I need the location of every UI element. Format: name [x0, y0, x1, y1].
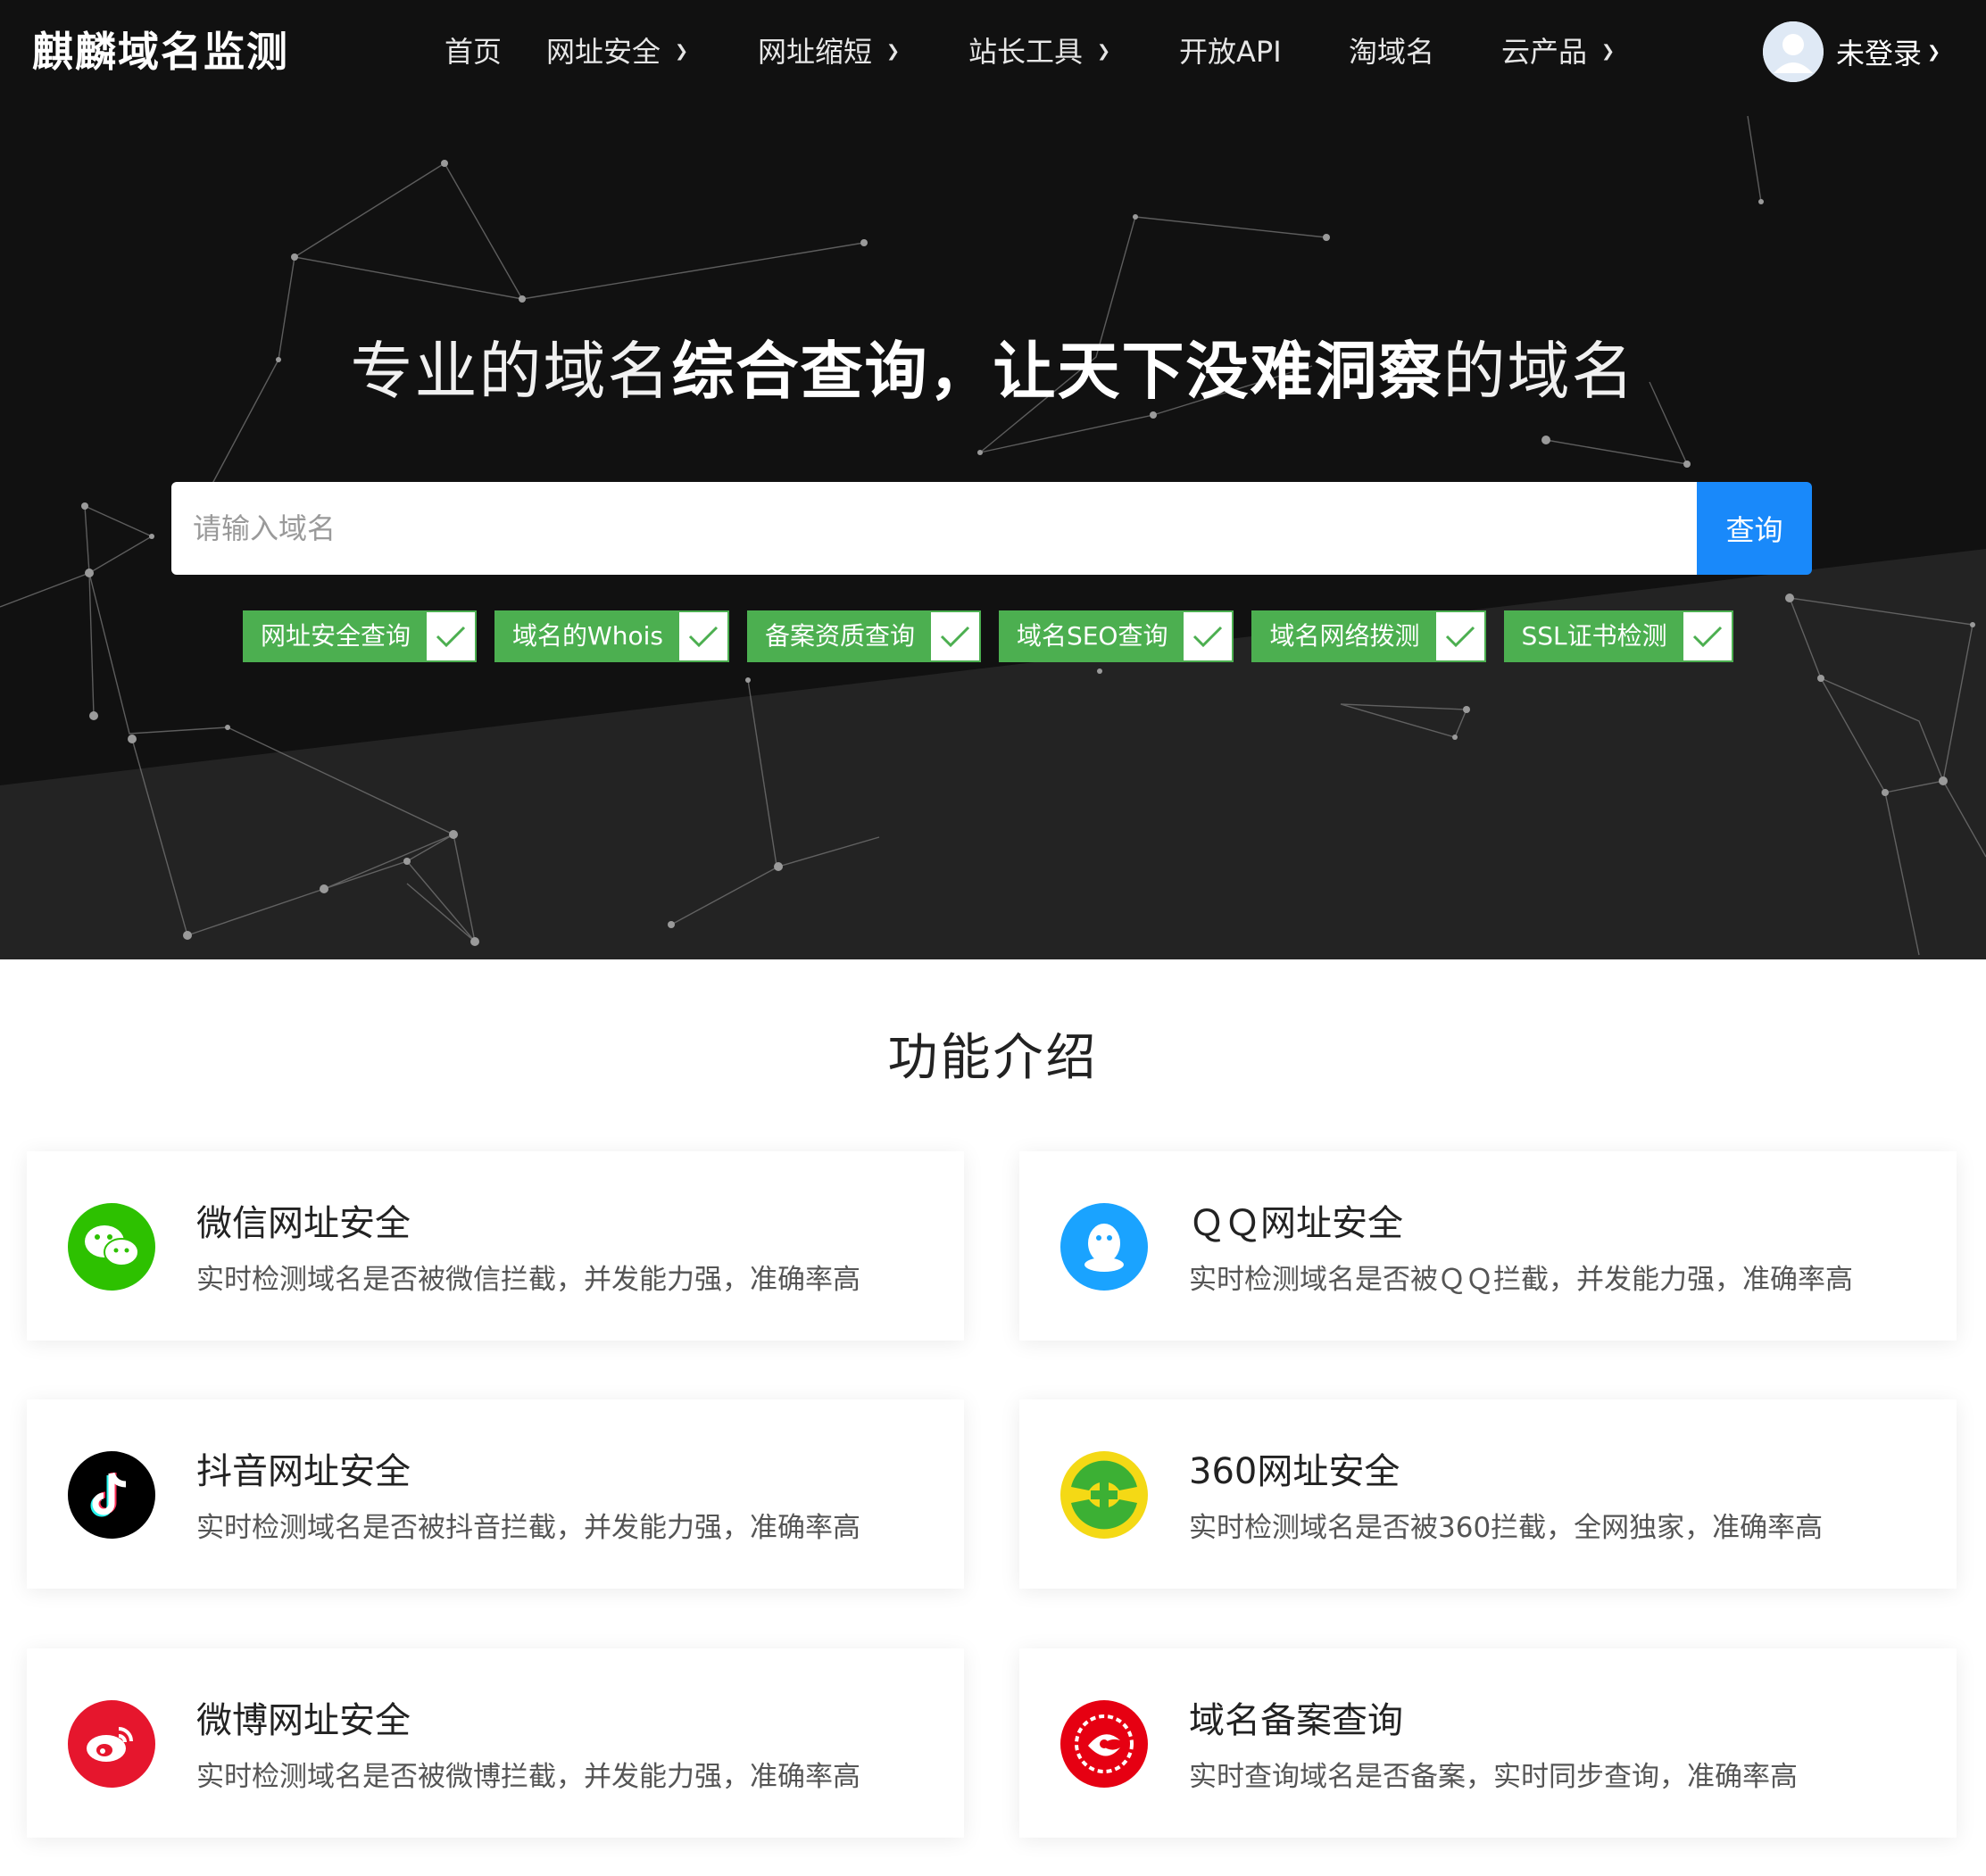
domain-search-input[interactable]	[171, 482, 1697, 575]
network-background	[0, 115, 1986, 959]
chevron-down-icon: ❯	[1601, 42, 1616, 61]
qq-icon	[1060, 1203, 1148, 1291]
wechat-icon	[68, 1203, 155, 1291]
feature-card-icp-record[interactable]: 域名备案查询 实时查询域名是否备案，实时同步查询，准确率高	[1019, 1648, 1957, 1838]
page: 麒麟域名监测 首页 网址安全 ❯ 网址缩短 ❯ 站长工具 ❯ 开放API 淘域名…	[0, 0, 1986, 1876]
feature-description: 实时检测域名是否被微信拦截，并发能力强，准确率高	[196, 1264, 860, 1296]
feature-description: 实时检测域名是否被360拦截，全网独家，准确率高	[1189, 1512, 1824, 1544]
user-menu[interactable]: 未登录 ❯	[1763, 20, 1940, 84]
feature-title: 域名备案查询	[1189, 1700, 1403, 1741]
nav-item-label: 淘域名	[1349, 35, 1435, 69]
checkmark-icon	[1184, 612, 1232, 660]
query-type-options: 网址安全查询 域名的Whois 备案资质查询 域名SEO查询 域名网络拨测 SS…	[243, 610, 1751, 662]
nav-item-label: 首页	[445, 35, 503, 69]
checkmark-icon	[1436, 612, 1484, 660]
search-button[interactable]: 查询	[1697, 482, 1812, 575]
nav-item-cloud-products[interactable]: 云产品 ❯	[1501, 25, 1626, 79]
feature-title: 微博网址安全	[196, 1700, 411, 1741]
slogan-part-2: 综合查询，让天下没难洞察	[671, 335, 1443, 408]
feature-description: 实时检测域名是否被抖音拦截，并发能力强，准确率高	[196, 1512, 860, 1544]
checkmark-icon	[931, 612, 979, 660]
360-icon	[1060, 1451, 1148, 1539]
option-label: SSL证书检测	[1505, 612, 1683, 660]
slogan-part-1: 专业的域名	[350, 335, 672, 408]
feature-title: 微信网址安全	[196, 1203, 411, 1244]
option-label: 网址安全查询	[245, 612, 428, 660]
feature-description: 实时检测域名是否被微博拦截，并发能力强，准确率高	[196, 1761, 860, 1793]
nav-item-url-security[interactable]: 网址安全 ❯	[546, 25, 758, 79]
option-label: 域名SEO查询	[1000, 612, 1184, 660]
chevron-down-icon: ❯	[1927, 42, 1941, 62]
feature-description: 实时查询域名是否备案，实时同步查询，准确率高	[1189, 1761, 1798, 1793]
top-navbar: 麒麟域名监测 首页 网址安全 ❯ 网址缩短 ❯ 站长工具 ❯ 开放API 淘域名…	[0, 0, 1986, 105]
slogan-part-3: 的域名	[1442, 335, 1636, 408]
nav-item-home[interactable]: 首页	[445, 25, 546, 79]
nav-item-label: 开放API	[1179, 35, 1282, 69]
site-logo[interactable]: 麒麟域名监测	[32, 23, 289, 80]
feature-title: 抖音网址安全	[196, 1451, 411, 1492]
checkmark-icon	[679, 612, 727, 660]
feature-title: 360网址安全	[1189, 1451, 1400, 1492]
weibo-icon	[68, 1700, 155, 1788]
feature-description: 实时检测域名是否被ＱＱ拦截，并发能力强，准确率高	[1189, 1264, 1853, 1296]
feature-card-douyin[interactable]: 抖音网址安全 实时检测域名是否被抖音拦截，并发能力强，准确率高	[27, 1399, 964, 1589]
douyin-icon	[68, 1451, 155, 1539]
user-login-status: 未登录	[1836, 37, 1923, 71]
checkmark-icon	[427, 612, 475, 660]
nav-item-label: 网址安全	[546, 35, 661, 69]
nav-item-open-api[interactable]: 开放API	[1179, 25, 1349, 79]
feature-card-wechat[interactable]: 微信网址安全 实时检测域名是否被微信拦截，并发能力强，准确率高	[27, 1151, 964, 1341]
chevron-down-icon: ❯	[675, 42, 689, 61]
option-url-security[interactable]: 网址安全查询	[243, 610, 478, 662]
beian-icon	[1060, 1700, 1148, 1788]
feature-title: ＱＱ网址安全	[1189, 1203, 1403, 1244]
feature-card-qq[interactable]: ＱＱ网址安全 实时检测域名是否被ＱＱ拦截，并发能力强，准确率高	[1019, 1151, 1957, 1341]
domain-search-bar: 查询	[171, 482, 1812, 575]
checkmark-icon	[1683, 612, 1732, 660]
hero-section: 麒麟域名监测 首页 网址安全 ❯ 网址缩短 ❯ 站长工具 ❯ 开放API 淘域名…	[0, 0, 1986, 959]
chevron-down-icon: ❯	[886, 42, 901, 61]
nav-item-label: 站长工具	[968, 35, 1084, 69]
nav-item-label: 网址缩短	[758, 35, 873, 69]
option-label: 备案资质查询	[748, 612, 931, 660]
option-seo[interactable]: 域名SEO查询	[998, 610, 1234, 662]
hero-slogan: 专业的域名综合查询，让天下没难洞察的域名	[0, 321, 1986, 411]
option-icp-record[interactable]: 备案资质查询	[746, 610, 981, 662]
option-network-probe[interactable]: 域名网络拨测	[1251, 610, 1486, 662]
option-whois[interactable]: 域名的Whois	[494, 610, 729, 662]
nav-item-buy-domain[interactable]: 淘域名	[1349, 25, 1501, 79]
option-ssl-check[interactable]: SSL证书检测	[1503, 610, 1733, 662]
nav-item-label: 云产品	[1501, 35, 1588, 69]
option-label: 域名的Whois	[496, 612, 679, 660]
option-label: 域名网络拨测	[1253, 612, 1436, 660]
nav-item-webmaster-tools[interactable]: 站长工具 ❯	[968, 25, 1179, 79]
nav-item-url-shorten[interactable]: 网址缩短 ❯	[758, 25, 968, 79]
avatar	[1763, 21, 1824, 82]
feature-card-360[interactable]: 360网址安全 实时检测域名是否被360拦截，全网独家，准确率高	[1019, 1399, 1957, 1589]
chevron-down-icon: ❯	[1097, 42, 1111, 61]
nav-menu: 首页 网址安全 ❯ 网址缩短 ❯ 站长工具 ❯ 开放API 淘域名 云产品 ❯	[445, 25, 1626, 79]
features-title: 功能介绍	[887, 1029, 1099, 1087]
feature-card-weibo[interactable]: 微博网址安全 实时检测域名是否被微博拦截，并发能力强，准确率高	[27, 1648, 964, 1838]
